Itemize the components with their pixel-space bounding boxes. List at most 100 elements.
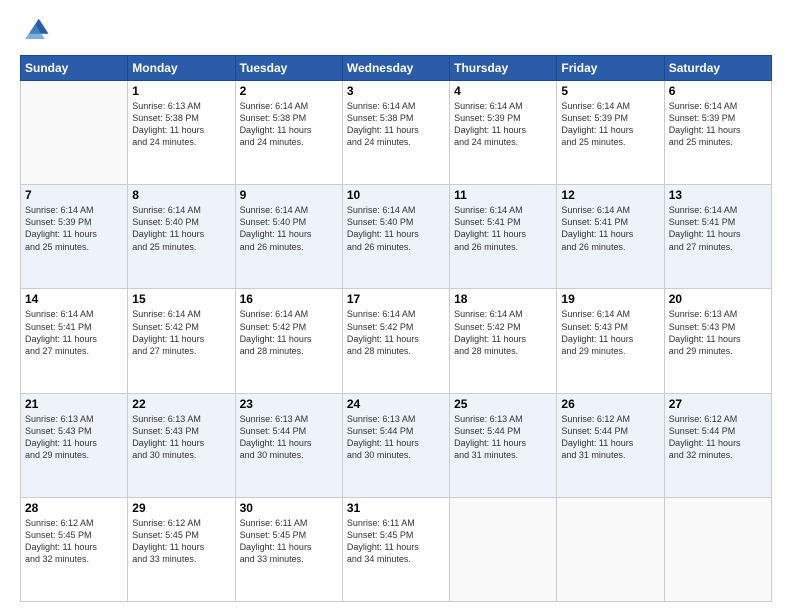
day-info: Sunrise: 6:13 AM Sunset: 5:43 PM Dayligh… [132,413,230,462]
day-cell: 29Sunrise: 6:12 AM Sunset: 5:45 PM Dayli… [128,497,235,601]
header-row: SundayMondayTuesdayWednesdayThursdayFrid… [21,56,772,81]
week-row-1: 1 Sunrise: 6:13 AM Sunset: 5:38 PM Daylig… [21,81,772,185]
day-number: 8 [132,188,230,202]
day-cell: 28Sunrise: 6:12 AM Sunset: 5:45 PM Dayli… [21,497,128,601]
day-number: 1 [132,84,230,98]
logo-icon [20,15,50,45]
day-info: Sunrise: 6:14 AM Sunset: 5:42 PM Dayligh… [454,308,552,357]
day-info: Sunrise: 6:14 AM Sunset: 5:40 PM Dayligh… [132,204,230,253]
day-info: Sunrise: 6:14 AM Sunset: 5:41 PM Dayligh… [454,204,552,253]
day-number: 31 [347,501,445,515]
day-number: 27 [669,397,767,411]
day-info: Sunrise: 6:13 AM Sunset: 5:44 PM Dayligh… [347,413,445,462]
day-cell: 12 Sunrise: 6:14 AM Sunset: 5:41 PM Dayli… [557,185,664,289]
logo [20,15,54,45]
day-info: Sunrise: 6:11 AM Sunset: 5:45 PM Dayligh… [240,517,338,566]
header-day-friday: Friday [557,56,664,81]
day-number: 12 [561,188,659,202]
day-info: Sunrise: 6:13 AM Sunset: 5:38 PM Dayligh… [132,100,230,149]
day-info: Sunrise: 6:13 AM Sunset: 5:43 PM Dayligh… [669,308,767,357]
day-cell: 5 Sunrise: 6:14 AM Sunset: 5:39 PM Daylig… [557,81,664,185]
day-cell: 30 Sunrise: 6:11 AM Sunset: 5:45 PM Dayli… [235,497,342,601]
week-row-4: 21 Sunrise: 6:13 AM Sunset: 5:43 PM Dayli… [21,393,772,497]
day-cell: 10 Sunrise: 6:14 AM Sunset: 5:40 PM Dayli… [342,185,449,289]
day-number: 9 [240,188,338,202]
day-cell: 7 Sunrise: 6:14 AM Sunset: 5:39 PM Daylig… [21,185,128,289]
day-number: 24 [347,397,445,411]
day-cell: 31 Sunrise: 6:11 AM Sunset: 5:45 PM Dayli… [342,497,449,601]
day-cell: 24 Sunrise: 6:13 AM Sunset: 5:44 PM Dayli… [342,393,449,497]
day-info: Sunrise: 6:12 AM Sunset: 5:45 PM Dayligh… [132,517,230,566]
day-info: Sunrise: 6:14 AM Sunset: 5:40 PM Dayligh… [240,204,338,253]
day-number: 21 [25,397,123,411]
day-info: Sunrise: 6:14 AM Sunset: 5:42 PM Dayligh… [347,308,445,357]
day-number: 20 [669,292,767,306]
day-info: Sunrise: 6:13 AM Sunset: 5:43 PM Dayligh… [25,413,123,462]
day-number: 22 [132,397,230,411]
header-day-monday: Monday [128,56,235,81]
day-number: 23 [240,397,338,411]
day-cell: 9 Sunrise: 6:14 AM Sunset: 5:40 PM Daylig… [235,185,342,289]
day-cell: 16Sunrise: 6:14 AM Sunset: 5:42 PM Dayli… [235,289,342,393]
day-info: Sunrise: 6:14 AM Sunset: 5:39 PM Dayligh… [561,100,659,149]
header-day-saturday: Saturday [664,56,771,81]
header-day-sunday: Sunday [21,56,128,81]
day-cell: 26 Sunrise: 6:12 AM Sunset: 5:44 PM Dayli… [557,393,664,497]
header-day-tuesday: Tuesday [235,56,342,81]
day-number: 11 [454,188,552,202]
day-info: Sunrise: 6:14 AM Sunset: 5:42 PM Dayligh… [132,308,230,357]
day-number: 3 [347,84,445,98]
day-info: Sunrise: 6:14 AM Sunset: 5:38 PM Dayligh… [347,100,445,149]
day-info: Sunrise: 6:12 AM Sunset: 5:44 PM Dayligh… [669,413,767,462]
day-info: Sunrise: 6:14 AM Sunset: 5:41 PM Dayligh… [669,204,767,253]
day-number: 2 [240,84,338,98]
header-day-wednesday: Wednesday [342,56,449,81]
day-number: 30 [240,501,338,515]
day-cell: 27 Sunrise: 6:12 AM Sunset: 5:44 PM Dayli… [664,393,771,497]
day-info: Sunrise: 6:14 AM Sunset: 5:38 PM Dayligh… [240,100,338,149]
day-cell: 15 Sunrise: 6:14 AM Sunset: 5:42 PM Dayli… [128,289,235,393]
day-info: Sunrise: 6:12 AM Sunset: 5:44 PM Dayligh… [561,413,659,462]
day-cell: 23 Sunrise: 6:13 AM Sunset: 5:44 PM Dayli… [235,393,342,497]
day-info: Sunrise: 6:14 AM Sunset: 5:39 PM Dayligh… [669,100,767,149]
day-number: 18 [454,292,552,306]
header [20,15,772,45]
day-number: 15 [132,292,230,306]
day-cell: 22 Sunrise: 6:13 AM Sunset: 5:43 PM Dayli… [128,393,235,497]
day-cell: 4 Sunrise: 6:14 AM Sunset: 5:39 PM Daylig… [450,81,557,185]
calendar-table: SundayMondayTuesdayWednesdayThursdayFrid… [20,55,772,602]
day-info: Sunrise: 6:13 AM Sunset: 5:44 PM Dayligh… [240,413,338,462]
day-info: Sunrise: 6:12 AM Sunset: 5:45 PM Dayligh… [25,517,123,566]
day-info: Sunrise: 6:13 AM Sunset: 5:44 PM Dayligh… [454,413,552,462]
day-number: 26 [561,397,659,411]
day-cell: 25 Sunrise: 6:13 AM Sunset: 5:44 PM Dayli… [450,393,557,497]
day-info: Sunrise: 6:14 AM Sunset: 5:42 PM Dayligh… [240,308,338,357]
day-info: Sunrise: 6:14 AM Sunset: 5:41 PM Dayligh… [561,204,659,253]
day-cell [664,497,771,601]
day-number: 25 [454,397,552,411]
day-cell: 1 Sunrise: 6:13 AM Sunset: 5:38 PM Daylig… [128,81,235,185]
day-cell: 19Sunrise: 6:14 AM Sunset: 5:43 PM Dayli… [557,289,664,393]
day-cell: 8 Sunrise: 6:14 AM Sunset: 5:40 PM Daylig… [128,185,235,289]
day-number: 10 [347,188,445,202]
day-cell [450,497,557,601]
day-number: 7 [25,188,123,202]
day-info: Sunrise: 6:14 AM Sunset: 5:39 PM Dayligh… [454,100,552,149]
day-number: 17 [347,292,445,306]
week-row-2: 7 Sunrise: 6:14 AM Sunset: 5:39 PM Daylig… [21,185,772,289]
day-number: 5 [561,84,659,98]
week-row-5: 28Sunrise: 6:12 AM Sunset: 5:45 PM Dayli… [21,497,772,601]
day-info: Sunrise: 6:14 AM Sunset: 5:41 PM Dayligh… [25,308,123,357]
day-info: Sunrise: 6:14 AM Sunset: 5:40 PM Dayligh… [347,204,445,253]
day-cell: 18 Sunrise: 6:14 AM Sunset: 5:42 PM Dayli… [450,289,557,393]
day-cell: 2 Sunrise: 6:14 AM Sunset: 5:38 PM Daylig… [235,81,342,185]
day-cell: 21 Sunrise: 6:13 AM Sunset: 5:43 PM Dayli… [21,393,128,497]
day-cell: 11 Sunrise: 6:14 AM Sunset: 5:41 PM Dayli… [450,185,557,289]
week-row-3: 14Sunrise: 6:14 AM Sunset: 5:41 PM Dayli… [21,289,772,393]
day-info: Sunrise: 6:11 AM Sunset: 5:45 PM Dayligh… [347,517,445,566]
day-cell [557,497,664,601]
day-number: 4 [454,84,552,98]
day-cell: 14Sunrise: 6:14 AM Sunset: 5:41 PM Dayli… [21,289,128,393]
day-info: Sunrise: 6:14 AM Sunset: 5:39 PM Dayligh… [25,204,123,253]
day-cell: 6Sunrise: 6:14 AM Sunset: 5:39 PM Daylig… [664,81,771,185]
